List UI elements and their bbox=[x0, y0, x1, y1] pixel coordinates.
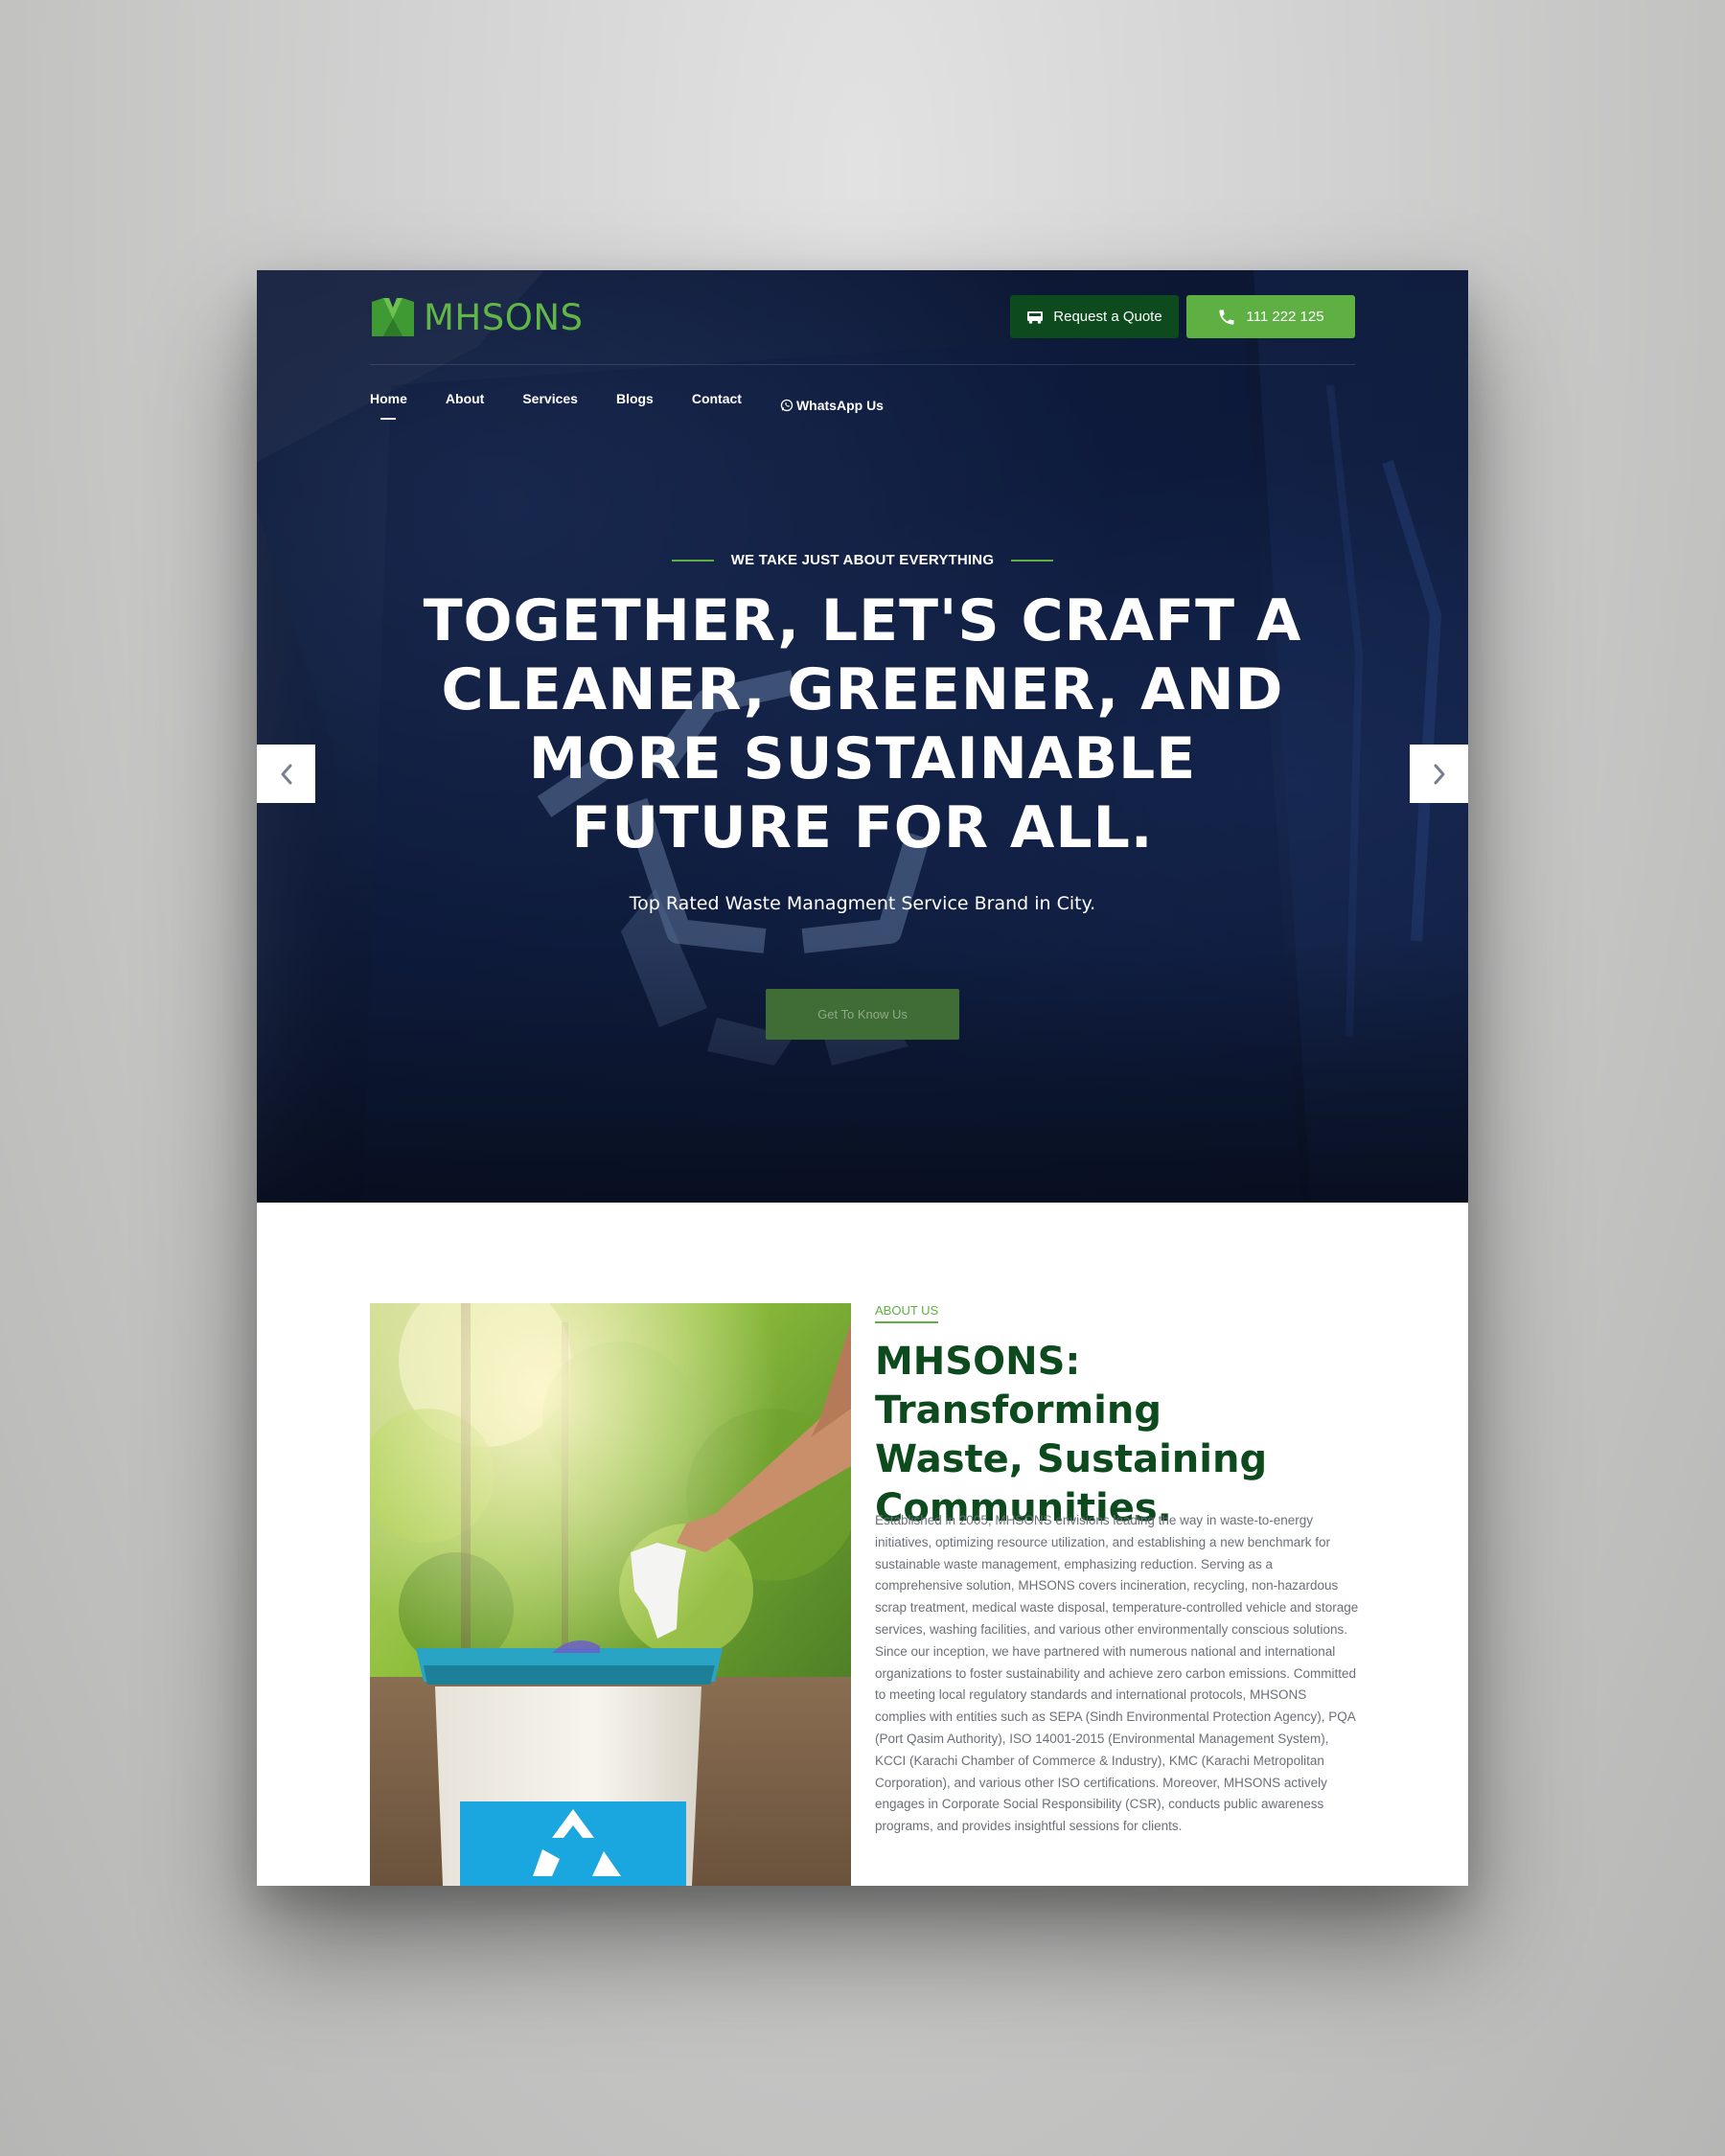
request-quote-button[interactable]: Request a Quote bbox=[1010, 295, 1179, 338]
about-us-label: ABOUT US bbox=[875, 1303, 939, 1323]
about-image bbox=[370, 1303, 851, 1886]
nav-blogs-label: Blogs bbox=[615, 391, 654, 406]
headline-line: MORE SUSTAINABLE bbox=[528, 725, 1197, 792]
hero-section: MHSONS Request a Quote 111 222 125 Home … bbox=[257, 270, 1468, 1203]
headline-line: CLEANER, GREENER, AND bbox=[441, 656, 1284, 723]
get-to-know-us-button[interactable]: Get To Know Us bbox=[766, 989, 959, 1040]
top-bar: MHSONS Request a Quote 111 222 125 bbox=[257, 270, 1468, 366]
nav-contact-label: Contact bbox=[691, 391, 742, 406]
request-quote-label: Request a Quote bbox=[1053, 309, 1162, 325]
nav-home-label: Home bbox=[370, 391, 407, 406]
about-body-text: Established in 2005, MHSONS envisions le… bbox=[875, 1513, 1359, 1834]
website-mockup: MHSONS Request a Quote 111 222 125 Home … bbox=[257, 270, 1468, 1886]
nav-about-label: About bbox=[445, 391, 485, 406]
hero-eyebrow: WE TAKE JUST ABOUT EVERYTHING bbox=[257, 552, 1468, 568]
eyebrow-text: WE TAKE JUST ABOUT EVERYTHING bbox=[730, 552, 995, 568]
eyebrow-line-left bbox=[671, 559, 714, 562]
about-title: MHSONS: Transforming Waste, Sustaining C… bbox=[875, 1338, 1373, 1533]
nav-item-blogs[interactable]: Blogs bbox=[616, 391, 654, 420]
hero-subline: Top Rated Waste Managment Service Brand … bbox=[629, 893, 1096, 914]
chevron-left-icon bbox=[281, 764, 291, 784]
nav-item-services[interactable]: Services bbox=[522, 391, 578, 420]
hero-headline: TOGETHER, LET'S CRAFT A CLEANER, GREENER… bbox=[410, 586, 1315, 862]
about-title-line: MHSONS: Transforming bbox=[875, 1340, 1162, 1433]
phone-icon bbox=[1217, 308, 1236, 327]
nav-item-contact[interactable]: Contact bbox=[692, 391, 742, 420]
chevron-right-icon bbox=[1434, 764, 1444, 784]
about-title-line: Waste, Sustaining bbox=[875, 1437, 1268, 1481]
slider-next-button[interactable] bbox=[1410, 745, 1468, 803]
nav-services-label: Services bbox=[522, 391, 578, 406]
slider-prev-button[interactable] bbox=[257, 745, 315, 803]
brand-name: MHSONS bbox=[424, 296, 584, 338]
nav-item-about[interactable]: About bbox=[446, 391, 484, 420]
headline-line: FUTURE FOR ALL. bbox=[571, 794, 1154, 861]
logo-mark-icon bbox=[372, 298, 414, 336]
truck-icon bbox=[1026, 310, 1044, 324]
eyebrow-line-right bbox=[1011, 559, 1054, 562]
nav-whatsapp-label: WhatsApp Us bbox=[795, 398, 884, 413]
phone-number: 111 222 125 bbox=[1246, 309, 1324, 325]
header-divider bbox=[370, 364, 1355, 365]
phone-button[interactable]: 111 222 125 bbox=[1186, 295, 1355, 338]
nav-item-home[interactable]: Home bbox=[370, 391, 407, 420]
brand-logo[interactable]: MHSONS bbox=[370, 295, 584, 339]
main-nav: Home About Services Blogs Contact WhatsA… bbox=[370, 391, 922, 429]
headline-line: TOGETHER, LET'S CRAFT A bbox=[423, 587, 1302, 654]
whatsapp-icon bbox=[780, 399, 794, 412]
nav-item-whatsapp[interactable]: WhatsApp Us bbox=[780, 391, 884, 420]
